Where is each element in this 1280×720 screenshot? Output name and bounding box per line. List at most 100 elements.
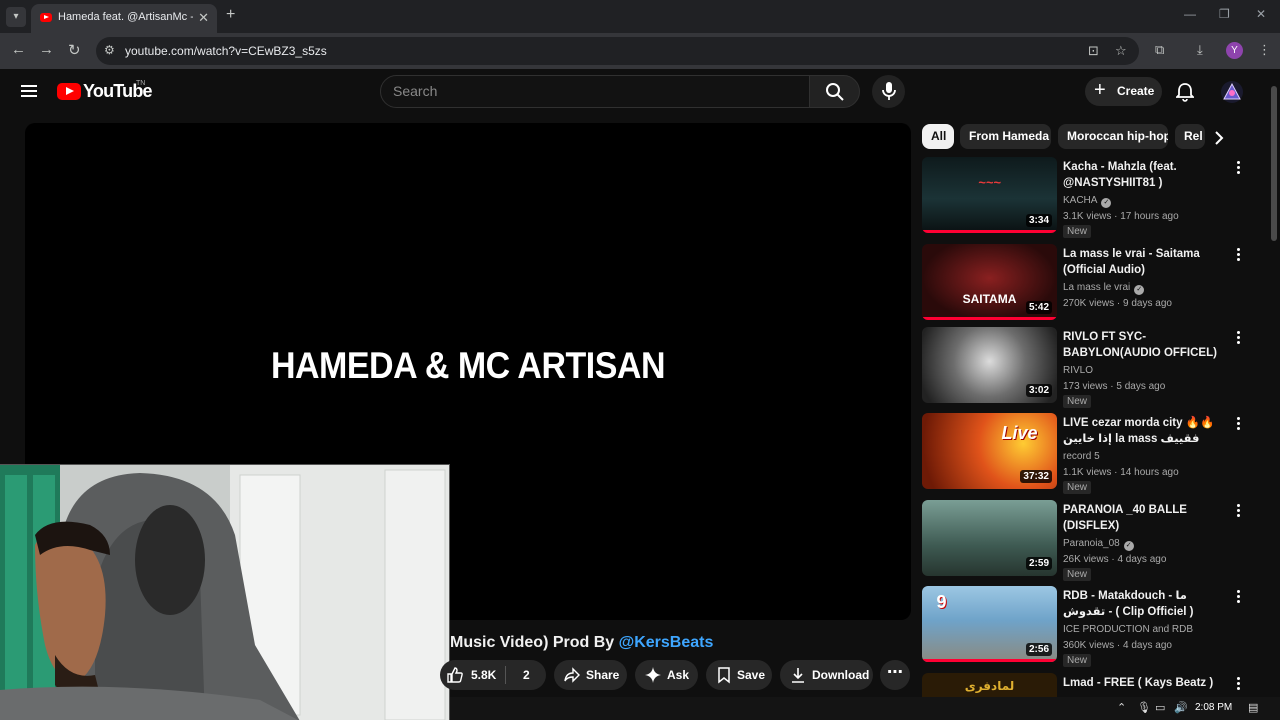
new-badge: New — [1063, 654, 1092, 667]
create-label: Create — [1117, 84, 1155, 98]
like-icon[interactable] — [446, 666, 464, 684]
clock-time[interactable]: 2:08 PM — [1195, 702, 1232, 713]
youtube-logo-icon[interactable] — [57, 83, 81, 100]
create-button[interactable]: + Create — [1085, 77, 1162, 106]
minimize-button[interactable]: — — [1184, 7, 1196, 21]
site-info-icon[interactable]: ⚙ — [104, 43, 115, 57]
video-title[interactable]: Lmad - FREE ( Kays Beatz ) — [1063, 675, 1231, 691]
more-options-icon[interactable] — [1234, 590, 1242, 606]
video-title[interactable]: LIVE cezar morda city 🔥🔥 إذا خايين la ma… — [1063, 415, 1231, 447]
tab-close-icon[interactable]: ✕ — [198, 10, 209, 26]
browser-menu-icon[interactable]: ⋮ — [1258, 42, 1271, 58]
chip-related[interactable]: Rel — [1175, 124, 1205, 149]
webcam-overlay — [0, 464, 450, 720]
tab-title: Hameda feat. @ArtisanMc - We — [58, 11, 193, 23]
url-text: youtube.com/watch?v=CEwBZ3_s5zs — [125, 44, 327, 58]
chip-from-hameda[interactable]: From Hameda — [960, 124, 1051, 149]
restore-button[interactable]: ❐ — [1219, 7, 1230, 21]
recommendation-item[interactable]: SAITAMA 5:42 La mass le vrai - Saitama (… — [922, 244, 1252, 322]
more-options-icon[interactable] — [1234, 331, 1242, 347]
menu-icon[interactable] — [21, 85, 37, 97]
ask-button[interactable]: Ask — [635, 660, 698, 690]
search-button[interactable] — [809, 75, 860, 108]
more-options-icon[interactable] — [1234, 161, 1242, 177]
video-meta: 173 views · 5 days ago — [1063, 381, 1166, 392]
download-button[interactable]: Download — [780, 660, 873, 690]
tray-overflow-icon[interactable]: ⌃ — [1117, 701, 1126, 714]
like-separator — [505, 666, 506, 684]
recommendation-item[interactable]: ~~~ 3:34 Kacha - Mahzla (feat. @NASTYSHI… — [922, 157, 1252, 238]
microphone-tray-icon[interactable]: 🎙 — [1137, 701, 1151, 714]
forward-button[interactable]: → — [39, 41, 54, 58]
video-thumbnail[interactable]: لمادفرى — [922, 673, 1057, 697]
duration-badge: 3:02 — [1025, 384, 1052, 397]
more-options-icon[interactable] — [1234, 248, 1242, 264]
video-title[interactable]: RDB - Matakdouch - ما تقدوش - ( Clip Off… — [1063, 588, 1231, 620]
address-bar[interactable]: ⚙ youtube.com/watch?v=CEwBZ3_s5zs ⊡ ☆ — [96, 37, 1139, 65]
install-app-icon[interactable]: ⊡ — [1088, 43, 1099, 59]
verified-icon: ✓ — [1134, 285, 1145, 295]
video-thumbnail[interactable]: Live 37:32 — [922, 413, 1057, 489]
video-title[interactable]: La mass le vrai - Saitama (Official Audi… — [1063, 246, 1231, 278]
like-dislike-group: 5.8K 2 — [440, 660, 546, 690]
volume-icon[interactable]: 🔊 — [1174, 701, 1188, 714]
recommendation-item[interactable]: Live 37:32 LIVE cezar morda city 🔥🔥 إذا … — [922, 413, 1252, 494]
recommendation-item[interactable]: 9 2:56 RDB - Matakdouch - ما تقدوش - ( C… — [922, 586, 1252, 667]
more-options-icon[interactable] — [1234, 677, 1242, 693]
search-input[interactable] — [393, 83, 793, 99]
channel-name: record 5 — [1063, 451, 1100, 462]
notifications-bell-icon[interactable] — [1176, 82, 1194, 102]
youtube-header: YouTube TN + Create — [0, 69, 1268, 115]
new-badge: New — [1063, 481, 1092, 494]
share-label: Share — [586, 668, 620, 682]
video-title[interactable]: Kacha - Mahzla (feat. @NASTYSHIIT81 ) — [1063, 159, 1231, 191]
video-meta: 26K views · 4 days ago — [1063, 554, 1167, 565]
back-button[interactable]: ← — [11, 41, 26, 58]
reload-button[interactable]: ↻ — [68, 41, 81, 59]
more-options-icon[interactable] — [1234, 417, 1242, 433]
video-thumbnail[interactable]: ~~~ 3:34 — [922, 157, 1057, 233]
save-label: Save — [737, 668, 766, 682]
video-title[interactable]: PARANOIA _40 BALLE (DISFLEX) — [1063, 502, 1231, 534]
network-icon[interactable]: ▭ — [1155, 701, 1165, 714]
recommendation-item[interactable]: 3:02 RIVLO FT SYC-BABYLON(AUDIO OFFICEL)… — [922, 327, 1252, 408]
profile-avatar[interactable]: Y — [1226, 42, 1243, 59]
account-avatar[interactable] — [1221, 81, 1243, 103]
dislike-count[interactable]: 2 — [523, 668, 530, 682]
bookmark-star-icon[interactable]: ☆ — [1115, 43, 1127, 59]
thumbnail-art: ~~~ — [978, 175, 1001, 190]
browser-tabstrip: ▾ Hameda feat. @ArtisanMc - We ✕ + — ❐ ✕ — [0, 0, 1280, 33]
video-title[interactable]: RIVLO FT SYC-BABYLON(AUDIO OFFICEL) — [1063, 329, 1231, 361]
share-button[interactable]: Share — [554, 660, 627, 690]
video-thumbnail[interactable]: 3:02 — [922, 327, 1057, 403]
channel-name: RIVLO — [1063, 365, 1094, 376]
voice-search-button[interactable] — [872, 75, 905, 108]
producer-mention-link[interactable]: @KersBeats — [619, 634, 714, 651]
tab-search-dropdown[interactable]: ▾ — [6, 7, 26, 27]
like-count[interactable]: 5.8K — [471, 668, 496, 682]
more-options-icon[interactable] — [1234, 504, 1242, 520]
recommendation-item[interactable]: 2:59 PARANOIA _40 BALLE (DISFLEX) Parano… — [922, 500, 1252, 581]
new-tab-button[interactable]: + — [226, 6, 235, 24]
video-meta: 3.1K views · 17 hours ago — [1063, 211, 1179, 222]
watch-progress-bar — [922, 317, 1057, 320]
chevron-right-icon[interactable] — [1214, 131, 1224, 145]
new-badge: New — [1063, 225, 1092, 238]
notifications-icon[interactable]: ▤ — [1248, 701, 1258, 714]
share-icon — [564, 667, 580, 683]
scrollbar-thumb[interactable] — [1271, 86, 1277, 241]
video-thumbnail[interactable]: 2:59 — [922, 500, 1057, 576]
browser-tab-active[interactable]: Hameda feat. @ArtisanMc - We ✕ — [31, 4, 217, 33]
chip-moroccan-hip-hop[interactable]: Moroccan hip-hop — [1058, 124, 1168, 149]
video-thumbnail[interactable]: 9 2:56 — [922, 586, 1057, 662]
page-scrollbar[interactable] — [1268, 69, 1280, 697]
downloads-icon[interactable]: ⤓ — [1197, 42, 1203, 58]
more-actions-button[interactable]: ⋯ — [880, 660, 910, 690]
extensions-icon[interactable]: ⧉ — [1155, 42, 1164, 58]
save-button[interactable]: Save — [706, 660, 772, 690]
verified-icon: ✓ — [1123, 541, 1134, 551]
close-window-button[interactable]: ✕ — [1256, 7, 1266, 21]
chip-all[interactable]: All — [922, 124, 954, 149]
recommendation-item[interactable]: لمادفرى Lmad - FREE ( Kays Beatz ) — [922, 673, 1252, 697]
video-thumbnail[interactable]: SAITAMA 5:42 — [922, 244, 1057, 320]
